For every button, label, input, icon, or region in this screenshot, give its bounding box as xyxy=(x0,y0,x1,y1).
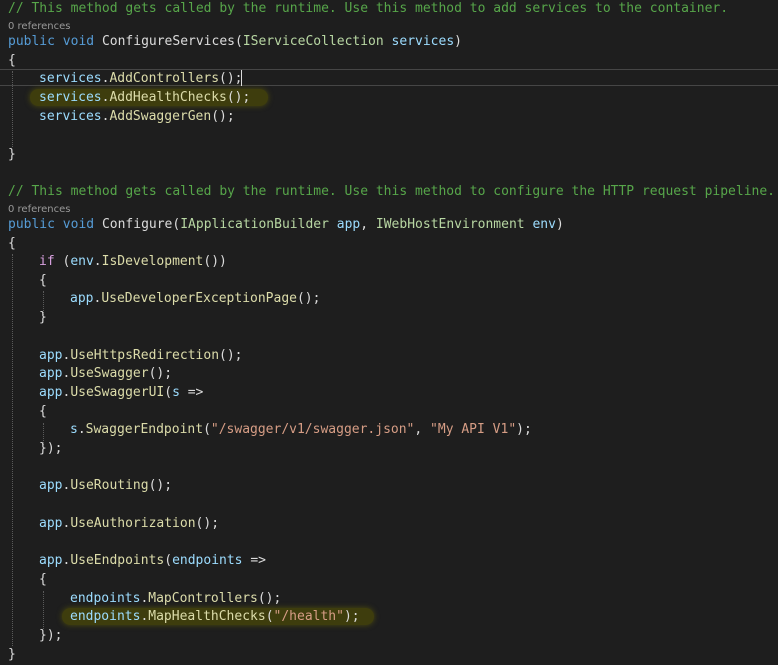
code-line-swagger-endpoint: s.SwaggerEndpoint("/swagger/v1/swagger.j… xyxy=(70,422,532,437)
brace-open: { xyxy=(8,236,16,251)
code-line-map-controllers: endpoints.MapControllers(); xyxy=(70,591,282,606)
comment-configure-services: // This method gets called by the runtim… xyxy=(8,1,729,16)
param-type: IServiceCollection xyxy=(242,34,384,49)
brace-close: } xyxy=(8,647,16,662)
code-line-developer-exception-page: app.UseDeveloperExceptionPage(); xyxy=(70,291,321,306)
code-line-if-development: if (env.IsDevelopment()) xyxy=(39,254,227,269)
code-line-https-redirection: app.UseHttpsRedirection(); xyxy=(39,348,243,363)
keyword-public: public xyxy=(8,34,55,49)
brace-close: } xyxy=(8,147,16,162)
brace-open: { xyxy=(39,572,47,587)
text-caret xyxy=(241,70,242,86)
code-line-use-swagger: app.UseSwagger(); xyxy=(39,366,173,381)
lambda-close: }); xyxy=(39,628,63,643)
method-name: ConfigureServices xyxy=(101,34,235,49)
param-name: services xyxy=(391,34,455,49)
code-line-use-routing: app.UseRouting(); xyxy=(39,478,173,493)
comment-configure: // This method gets called by the runtim… xyxy=(8,184,776,199)
indent-guide xyxy=(12,254,13,646)
keyword-void: void xyxy=(62,34,95,49)
brace-open: { xyxy=(39,273,47,288)
code-line-use-swagger-ui: app.UseSwaggerUI(s => xyxy=(39,385,204,400)
code-line-use-authorization: app.UseAuthorization(); xyxy=(39,516,220,531)
brace-open: { xyxy=(8,53,16,68)
brace-open: { xyxy=(39,404,47,419)
code-line-use-endpoints: app.UseEndpoints(endpoints => xyxy=(39,553,266,568)
brace-close: } xyxy=(39,310,47,325)
method-signature-configure: public void Configure(IApplicationBuilde… xyxy=(8,217,564,232)
code-line-add-health-checks: services.AddHealthChecks(); xyxy=(39,90,251,105)
code-line-map-health-checks: endpoints.MapHealthChecks("/health"); xyxy=(70,609,360,624)
indent-guide xyxy=(43,591,44,629)
code-line-add-swagger-gen: services.AddSwaggerGen(); xyxy=(39,109,235,124)
code-line-add-controllers: services.AddControllers(); xyxy=(39,71,243,86)
punct: ) xyxy=(454,34,462,49)
punct: ( xyxy=(235,34,243,49)
lambda-close: }); xyxy=(39,441,63,456)
method-signature-configure-services: public void ConfigureServices(IServiceCo… xyxy=(8,32,462,51)
code-editor[interactable]: // This method gets called by the runtim… xyxy=(0,0,778,665)
indent-guide xyxy=(12,71,13,147)
